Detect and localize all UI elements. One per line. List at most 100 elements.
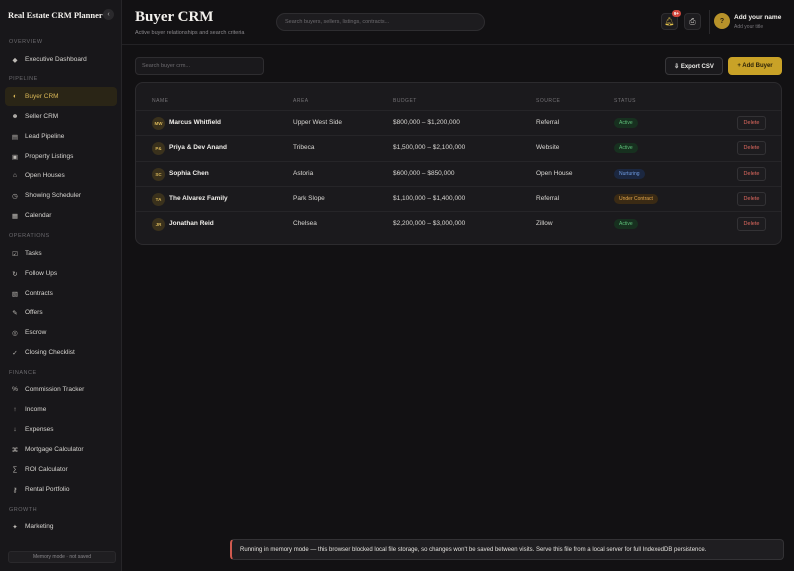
sidebar-item-buyer-crm[interactable]: ◐ Buyer CRM	[5, 87, 117, 106]
row-initials: JR	[152, 218, 165, 232]
sidebar-item-commission-tracker[interactable]: % Commission Tracker	[5, 380, 117, 399]
profile-name: Add your name	[734, 14, 782, 21]
sidebar-item-seller-crm[interactable]: ☻ Seller CRM	[5, 107, 117, 126]
buyer-budget: $600,000 – $850,000	[393, 169, 455, 177]
buyer-name: Marcus Whitfield	[169, 119, 222, 126]
sidebar-item-label: Commission Tracker	[25, 386, 85, 393]
buyer-budget: $800,000 – $1,200,000	[393, 119, 460, 126]
column-header-area: AREA	[293, 98, 309, 104]
sidebar-item-offers[interactable]: ✎ Offers	[5, 303, 117, 322]
sidebar-item-marketing[interactable]: ✦ Marketing	[5, 517, 117, 536]
table-row[interactable]: TA The Alvarez Family Park Slope $1,100,000…	[136, 185, 781, 211]
sigma-icon: ∑	[12, 466, 18, 473]
notifications-button[interactable]: 🔔︎ 9+	[661, 10, 681, 30]
status-badge: Nurturing	[614, 168, 645, 179]
print-button[interactable]: ⎙	[684, 13, 701, 30]
delete-button[interactable]: Delete	[737, 166, 766, 181]
sidebar-item-closing-checklist[interactable]: ✓ Closing Checklist	[5, 343, 117, 362]
calculator-icon: ⌘	[11, 446, 19, 454]
status-badge: Under Contract	[614, 193, 658, 204]
buyer-search-input[interactable]	[135, 57, 264, 75]
buyer-budget: $1,500,000 – $2,100,000	[393, 144, 466, 152]
buyer-source: Referral	[536, 119, 560, 126]
section-label-operations: OPERATIONS	[9, 233, 50, 239]
export-csv-button[interactable]: ⇩ Export CSV	[665, 57, 723, 75]
sidebar-item-label: Showing Scheduler	[25, 192, 82, 199]
half-circle-icon: ◐	[13, 93, 17, 100]
chevron-left-icon[interactable]: ‹	[103, 9, 114, 20]
delete-button[interactable]: Delete	[737, 141, 766, 156]
section-label-overview: OVERVIEW	[9, 39, 43, 45]
delete-button[interactable]: Delete	[737, 217, 766, 232]
sidebar-item-label: Follow Ups	[25, 270, 58, 277]
buyer-budget: $1,100,000 – $1,400,000	[393, 194, 466, 202]
shield-icon: ◎	[12, 329, 18, 337]
sidebar-item-label: Executive Dashboard	[25, 56, 87, 63]
building-icon: ▣	[11, 153, 19, 161]
sidebar-item-mortgage-calculator[interactable]: ⌘ Mortgage Calculator	[5, 440, 117, 459]
arrow-down-icon: ↓	[13, 426, 17, 433]
sidebar-item-label: Buyer CRM	[25, 93, 59, 100]
storage-warning-toast: Running in memory mode — this browser bl…	[230, 539, 784, 560]
buyer-name: The Alvarez Family	[169, 194, 228, 202]
delete-button[interactable]: Delete	[737, 191, 766, 206]
sidebar: Real Estate CRM Planner ‹ OVERVIEW PIPEL…	[0, 0, 122, 571]
table-row[interactable]: P& Priya & Dev Anand Tribeca $1,500,000 – $…	[136, 135, 781, 160]
pencil-icon: ✎	[12, 309, 18, 317]
sidebar-item-property-listings[interactable]: ▣ Property Listings	[5, 147, 117, 166]
row-initials: SC	[152, 167, 165, 181]
buyer-area: Chelsea	[293, 220, 317, 228]
sidebar-item-open-houses[interactable]: ⌂ Open Houses	[5, 166, 117, 185]
percent-icon: %	[12, 386, 18, 393]
add-buyer-button[interactable]: + Add Buyer	[728, 57, 782, 75]
status-badge: Active	[614, 143, 638, 154]
notification-badge: 9+	[671, 10, 681, 17]
refresh-icon: ↻	[12, 270, 18, 278]
printer-icon: ⎙	[689, 16, 696, 26]
buyer-name: Sophia Chen	[169, 169, 209, 177]
buyer-name: Jonathan Reid	[169, 220, 214, 228]
sidebar-item-label: Open Houses	[25, 172, 65, 179]
sidebar-item-escrow[interactable]: ◎ Escrow	[5, 323, 117, 342]
sidebar-item-label: Offers	[25, 309, 43, 316]
sidebar-item-roi-calculator[interactable]: ∑ ROI Calculator	[5, 460, 117, 479]
sidebar-item-rental-portfolio[interactable]: ⚷ Rental Portfolio	[5, 480, 117, 499]
delete-button[interactable]: Delete	[737, 116, 766, 130]
buyer-area: Astoria	[293, 169, 314, 177]
sidebar-item-tasks[interactable]: ☑ Tasks	[5, 244, 117, 263]
global-search-input[interactable]	[276, 13, 485, 31]
sidebar-item-label: Rental Portfolio	[25, 486, 70, 493]
row-initials: P&	[152, 142, 165, 156]
column-header-name: NAME	[152, 98, 169, 104]
sparkle-icon: ✦	[12, 523, 18, 531]
table-row[interactable]: SC Sophia Chen Astoria $600,000 – $850,000 O…	[136, 160, 781, 186]
table-row[interactable]: JR Jonathan Reid Chelsea $2,200,000 – $3,00…	[136, 211, 781, 236]
table-row[interactable]: MW Marcus Whitfield Upper West Side $800,00…	[136, 110, 781, 135]
column-header-source: SOURCE	[536, 98, 561, 104]
sidebar-item-label: Closing Checklist	[25, 349, 75, 356]
buyers-table: NAME AREA BUDGET SOURCE STATUS MW Marcus …	[135, 82, 782, 245]
sidebar-item-expenses[interactable]: ↓ Expenses	[5, 420, 117, 439]
sidebar-item-executive-dashboard[interactable]: ◆ Executive Dashboard	[5, 50, 117, 69]
profile-menu[interactable]: ? Add your name Add your title	[709, 10, 791, 34]
sidebar-item-lead-pipeline[interactable]: ▤ Lead Pipeline	[5, 127, 117, 146]
sidebar-item-calendar[interactable]: ▦ Calendar	[5, 206, 117, 225]
document-icon: ▧	[11, 290, 19, 298]
page-subtitle: Active buyer relationships and search cr…	[135, 30, 245, 36]
sidebar-item-label: Contracts	[25, 290, 53, 297]
sidebar-item-label: ROI Calculator	[25, 466, 68, 473]
sidebar-item-follow-ups[interactable]: ↻ Follow Ups	[5, 264, 117, 283]
arrow-up-icon: ↑	[13, 406, 17, 413]
sidebar-item-showing-scheduler[interactable]: ◷ Showing Scheduler	[5, 186, 117, 205]
sidebar-item-income[interactable]: ↑ Income	[5, 400, 117, 419]
key-icon: ⚷	[12, 486, 18, 494]
column-header-budget: BUDGET	[393, 98, 417, 104]
sidebar-item-label: Mortgage Calculator	[25, 446, 84, 453]
section-label-growth: GROWTH	[9, 507, 38, 513]
user-icon: ☻	[11, 113, 19, 120]
buyer-area: Tribeca	[293, 144, 315, 152]
sidebar-item-label: Income	[25, 406, 47, 413]
sidebar-item-contracts[interactable]: ▧ Contracts	[5, 284, 117, 303]
home-icon: ⌂	[13, 172, 17, 179]
header: Buyer CRM Active buyer relationships and…	[122, 0, 794, 45]
